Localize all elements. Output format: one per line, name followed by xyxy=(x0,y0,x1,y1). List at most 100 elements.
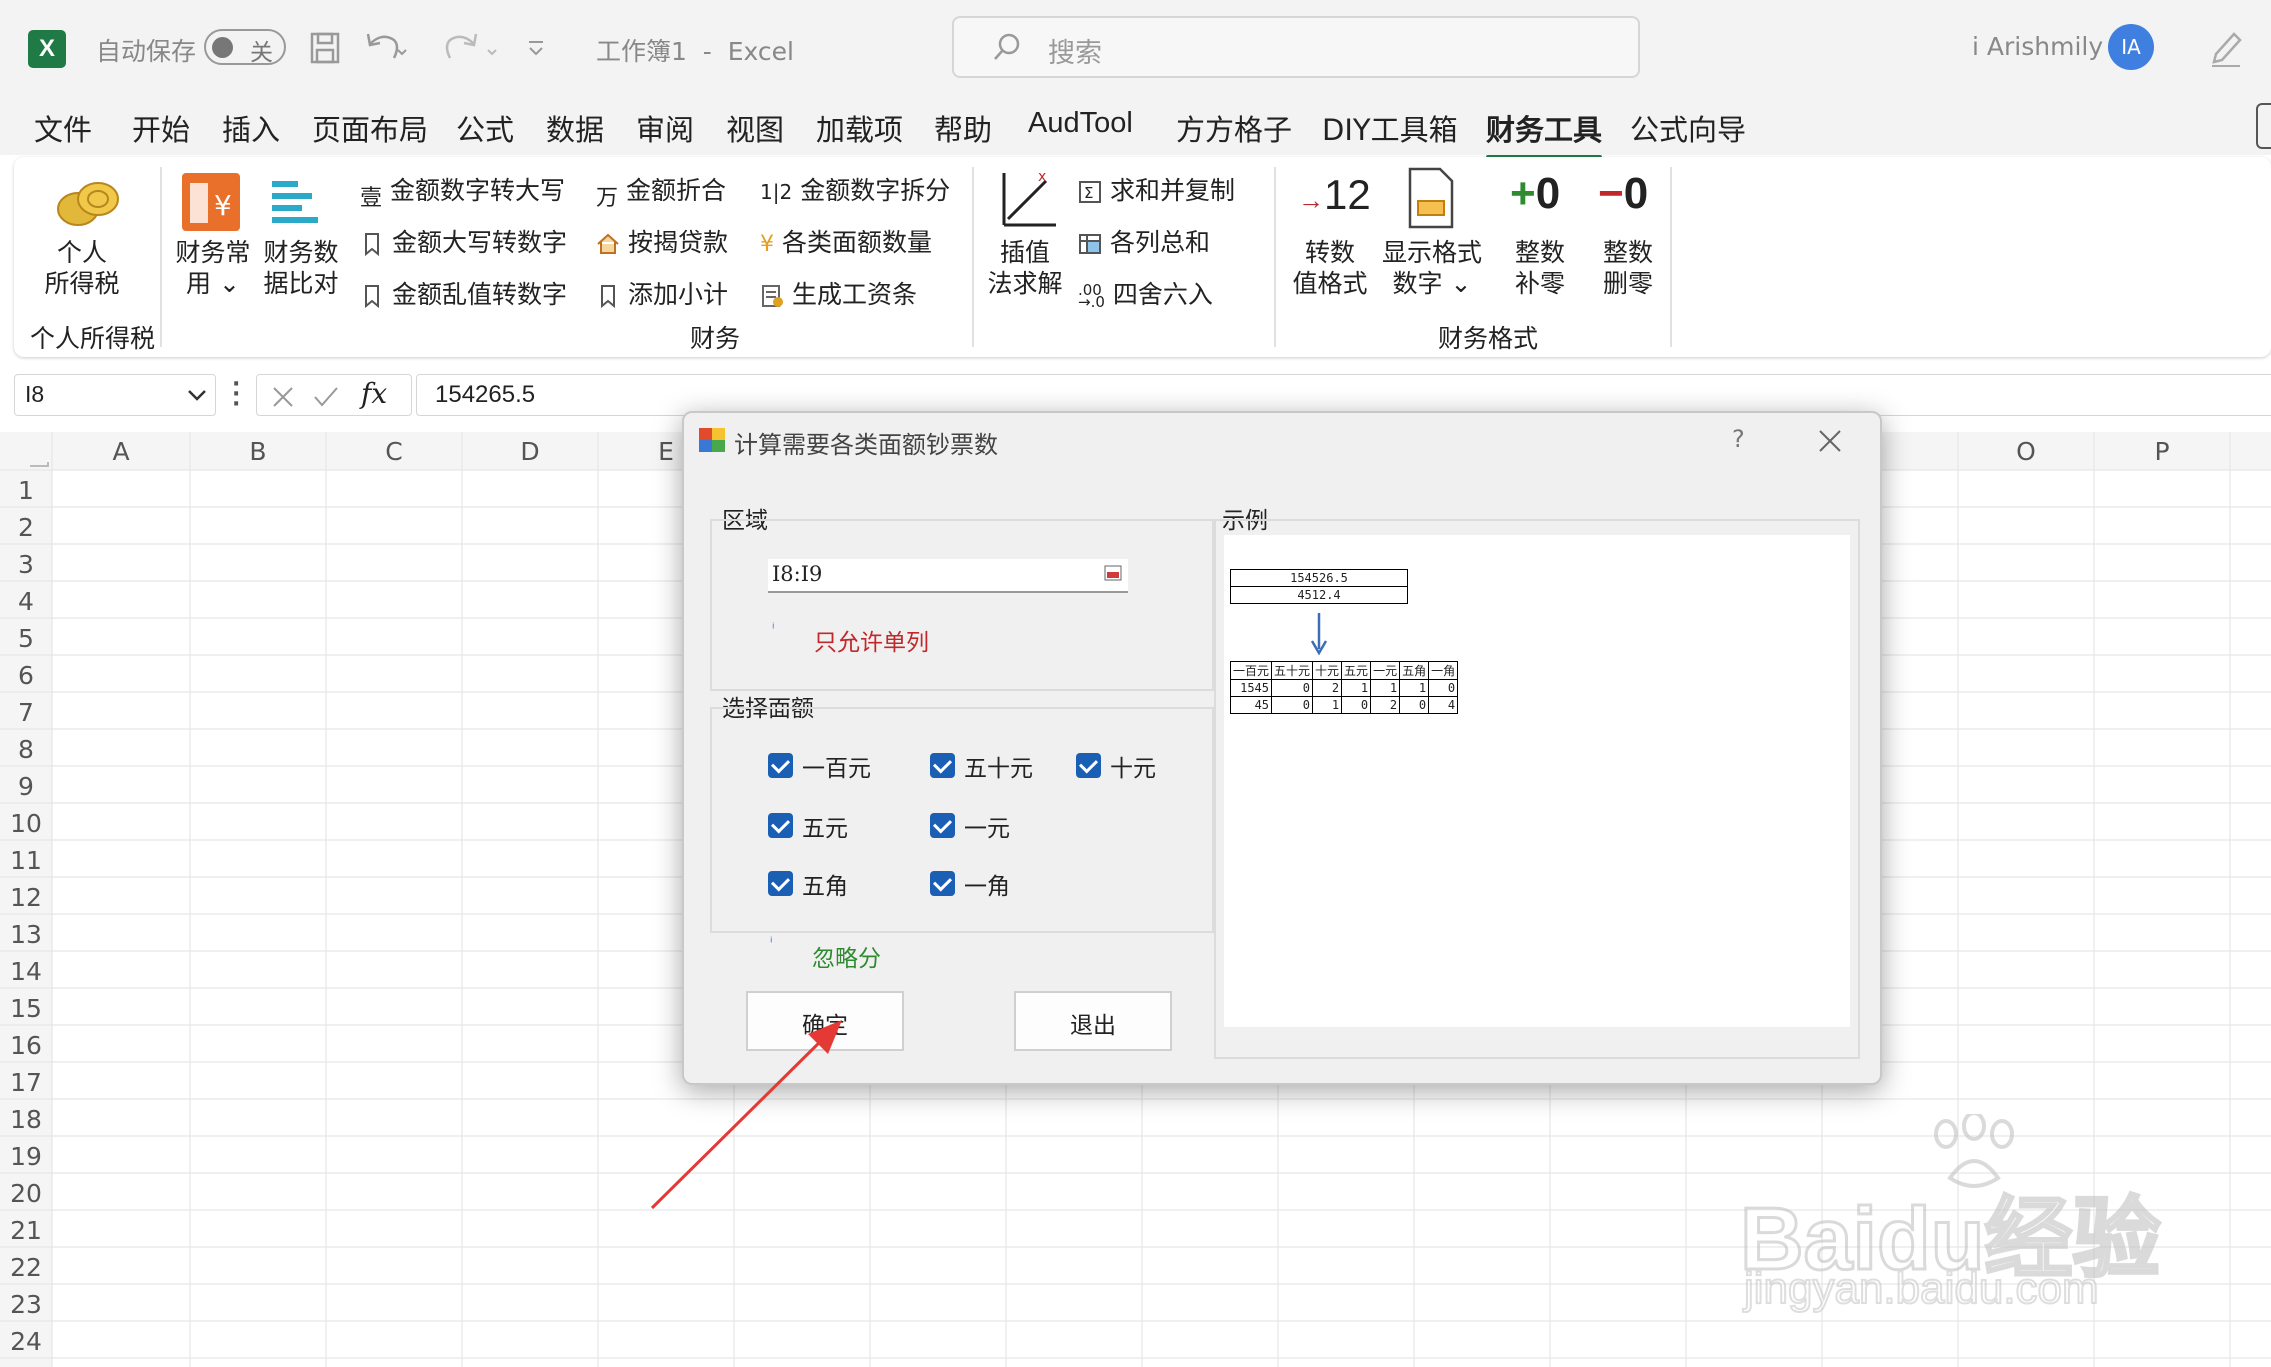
row-header-5[interactable]: 5 xyxy=(0,624,52,653)
personal-tax-button[interactable]: 个人 所得税 xyxy=(32,237,132,299)
formula-input[interactable]: 154265.5 xyxy=(416,374,2271,416)
more-options-icon[interactable]: · · · xyxy=(232,374,240,416)
row-header-17[interactable]: 17 xyxy=(0,1068,52,1097)
user-name: i Arishmily xyxy=(1972,32,2104,61)
checkbox-5-jiao[interactable] xyxy=(768,871,793,896)
tab-addins[interactable]: 加载项 xyxy=(816,107,903,149)
delete-zero-button[interactable]: 整数 删零 xyxy=(1588,237,1668,299)
row-header-6[interactable]: 6 xyxy=(0,661,52,690)
row-header-9[interactable]: 9 xyxy=(0,772,52,801)
autosave-toggle[interactable]: 关 xyxy=(204,29,286,66)
row-header-24[interactable]: 24 xyxy=(0,1327,52,1356)
row-header-15[interactable]: 15 xyxy=(0,994,52,1023)
tab-formulas[interactable]: 公式 xyxy=(456,107,514,149)
tab-insert[interactable]: 插入 xyxy=(222,107,280,149)
example-cell: 45 xyxy=(1229,696,1273,714)
tab-data[interactable]: 数据 xyxy=(546,107,604,149)
payroll-button[interactable]: 生成工资条 xyxy=(760,275,917,311)
checkbox-100-yuan[interactable] xyxy=(768,753,793,778)
column-header-a[interactable]: A xyxy=(52,432,190,470)
cancel-icon[interactable] xyxy=(271,385,295,409)
row-header-20[interactable]: 20 xyxy=(0,1179,52,1208)
row-header-4[interactable]: 4 xyxy=(0,587,52,616)
row-header-7[interactable]: 7 xyxy=(0,698,52,727)
amount-split-button[interactable]: 1|2 金额数字拆分 xyxy=(760,171,950,207)
wan-icon: 万 xyxy=(596,186,619,211)
tab-finance-tools[interactable]: 财务工具 xyxy=(1486,107,1603,159)
redo-icon[interactable] xyxy=(442,30,504,64)
chevron-down-icon[interactable] xyxy=(187,389,207,403)
round-half-button[interactable]: .00 →.0 四舍六入 xyxy=(1078,275,1213,311)
garbled-to-number-button[interactable]: 金额乱值转数字 xyxy=(360,275,567,311)
checkbox-1-yuan[interactable] xyxy=(930,813,955,838)
amount-fold-button[interactable]: 万金额折合 xyxy=(596,171,726,211)
row-header-8[interactable]: 8 xyxy=(0,735,52,764)
row-header-10[interactable]: 10 xyxy=(0,809,52,838)
baidu-watermark: Baidu经验 jingyan.baidu.com xyxy=(1738,1114,2162,1320)
close-icon[interactable] xyxy=(1818,429,1842,453)
add-subtotal-button[interactable]: 添加小计 xyxy=(596,275,728,311)
column-header-d[interactable]: D xyxy=(462,432,598,470)
column-header-o[interactable]: O xyxy=(1958,432,2094,470)
to-number-format-button[interactable]: 转数 值格式 xyxy=(1290,237,1370,299)
help-button[interactable]: ? xyxy=(1732,425,1745,453)
ignore-fen-label[interactable]: 忽略分 xyxy=(812,939,881,973)
row-header-23[interactable]: 23 xyxy=(0,1290,52,1319)
mortgage-button[interactable]: 按揭贷款 xyxy=(596,223,728,259)
row-header-22[interactable]: 22 xyxy=(0,1253,52,1282)
exit-button[interactable]: 退出 xyxy=(1014,991,1172,1051)
customize-toolbar-icon[interactable] xyxy=(526,38,546,58)
column-total-button[interactable]: 各列总和 xyxy=(1078,223,1210,259)
row-header-14[interactable]: 14 xyxy=(0,957,52,986)
tab-review[interactable]: 审阅 xyxy=(636,107,694,149)
tab-file[interactable]: 文件 xyxy=(34,107,92,149)
row-header-21[interactable]: 21 xyxy=(0,1216,52,1245)
data-compare-button[interactable]: 财务数 据比对 xyxy=(258,237,344,299)
tab-home[interactable]: 开始 xyxy=(132,107,190,149)
save-icon[interactable] xyxy=(310,32,340,64)
tab-view[interactable]: 视图 xyxy=(726,107,784,149)
column-header-c[interactable]: C xyxy=(326,432,462,470)
row-header-11[interactable]: 11 xyxy=(0,846,52,875)
row-header-19[interactable]: 19 xyxy=(0,1142,52,1171)
row-header-3[interactable]: 3 xyxy=(0,550,52,579)
tab-formula-wizard[interactable]: 公式向导 xyxy=(1630,107,1746,149)
finance-common-button[interactable]: 财务常 用 ⌄ xyxy=(172,237,254,299)
row-header-13[interactable]: 13 xyxy=(0,920,52,949)
tab-audtool[interactable]: AudTool xyxy=(1028,107,1133,140)
column-header-p[interactable]: P xyxy=(2094,432,2230,470)
sum-copy-button[interactable]: Σ 求和并复制 xyxy=(1078,171,1235,207)
row-header-16[interactable]: 16 xyxy=(0,1031,52,1060)
interpolation-button[interactable]: 插值 法求解 xyxy=(980,237,1070,299)
name-box[interactable]: I8 xyxy=(14,374,216,416)
range-input[interactable]: I8:I9 xyxy=(768,559,1128,593)
enter-icon[interactable] xyxy=(313,385,339,409)
denomination-count-button[interactable]: ¥ 各类面额数量 xyxy=(760,223,932,259)
add-zero-icon: +0 xyxy=(1510,169,1561,218)
label-1-jiao: 一角 xyxy=(964,874,1010,900)
search-box[interactable]: 搜索 xyxy=(952,16,1640,78)
amount-to-chinese-button[interactable]: 壹金额数字转大写 xyxy=(360,171,565,211)
checkbox-5-yuan[interactable] xyxy=(768,813,793,838)
tab-help[interactable]: 帮助 xyxy=(934,107,992,149)
checkbox-50-yuan[interactable] xyxy=(930,753,955,778)
tab-diy-toolbox[interactable]: DIY工具箱 xyxy=(1322,107,1458,149)
row-header-18[interactable]: 18 xyxy=(0,1105,52,1134)
display-format-button[interactable]: 显示格式 数字 ⌄ xyxy=(1380,237,1484,299)
row-header-1[interactable]: 1 xyxy=(0,476,52,505)
range-select-icon[interactable] xyxy=(1104,565,1122,581)
pen-icon[interactable] xyxy=(2208,28,2244,68)
round-zero-button[interactable]: 整数 补零 xyxy=(1500,237,1580,299)
column-header-b[interactable]: B xyxy=(190,432,326,470)
tab-page-layout[interactable]: 页面布局 xyxy=(312,107,428,149)
row-header-12[interactable]: 12 xyxy=(0,883,52,912)
insert-function-icon[interactable]: fx xyxy=(361,377,387,410)
chinese-to-amount-button[interactable]: 金额大写转数字 xyxy=(360,223,567,259)
tab-fangfang[interactable]: 方方格子 xyxy=(1176,107,1292,149)
avatar[interactable]: IA xyxy=(2108,24,2154,70)
ribbon-display-button[interactable] xyxy=(2256,103,2271,149)
checkbox-1-jiao[interactable] xyxy=(930,871,955,896)
undo-icon[interactable] xyxy=(364,30,408,64)
row-header-2[interactable]: 2 xyxy=(0,513,52,542)
checkbox-10-yuan[interactable] xyxy=(1076,753,1101,778)
